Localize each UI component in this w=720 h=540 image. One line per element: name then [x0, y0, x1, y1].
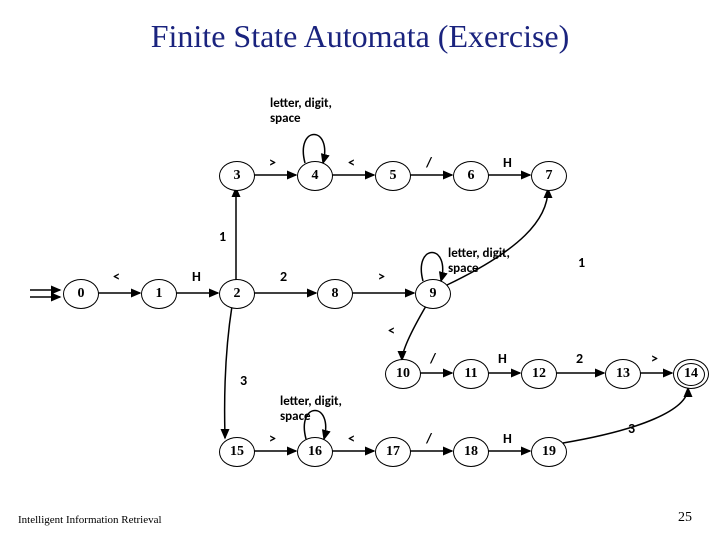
- state-7: 7: [531, 161, 567, 191]
- edge-h-67: H: [503, 154, 512, 171]
- edge-sl-56: /: [426, 154, 432, 171]
- label-lds-top: letter, digit, space: [270, 96, 332, 126]
- state-17: 17: [375, 437, 411, 467]
- edge-lt-910: <: [388, 322, 395, 339]
- state-13: 13: [605, 359, 641, 389]
- edge-gt-1314: >: [651, 350, 658, 367]
- state-1: 1: [141, 279, 177, 309]
- state-0: 0: [63, 279, 99, 309]
- label-lds-mid: letter, digit, space: [448, 246, 510, 276]
- edge-2-28: 2: [280, 268, 287, 285]
- edge-3-215: 3: [240, 372, 247, 389]
- edge-h-1112: H: [498, 350, 507, 367]
- edge-lt-1617: <: [348, 430, 355, 447]
- diagram-edges: [0, 0, 720, 540]
- state-19: 19: [531, 437, 567, 467]
- edge-3-1914: 3: [628, 420, 635, 437]
- state-5: 5: [375, 161, 411, 191]
- edge-sl-1718: /: [426, 430, 432, 447]
- edge-1-23: 1: [219, 228, 226, 245]
- edge-h-12: H: [192, 268, 201, 285]
- edge-lt-01: <: [113, 268, 120, 285]
- state-10: 10: [385, 359, 421, 389]
- edge-gt-34: >: [269, 154, 276, 171]
- state-9: 9: [415, 279, 451, 309]
- state-8: 8: [317, 279, 353, 309]
- edge-1-97: 1: [578, 254, 585, 271]
- state-2: 2: [219, 279, 255, 309]
- state-3: 3: [219, 161, 255, 191]
- state-12: 12: [521, 359, 557, 389]
- edge-gt-89: >: [378, 268, 385, 285]
- state-18: 18: [453, 437, 489, 467]
- state-4: 4: [297, 161, 333, 191]
- state-15: 15: [219, 437, 255, 467]
- edge-h-1819: H: [503, 430, 512, 447]
- state-6: 6: [453, 161, 489, 191]
- edge-lt-45: <: [348, 154, 355, 171]
- state-16: 16: [297, 437, 333, 467]
- edge-gt-1516: >: [269, 430, 276, 447]
- state-14-accept: 14: [673, 359, 709, 389]
- state-11: 11: [453, 359, 489, 389]
- label-lds-bot: letter, digit, space: [280, 394, 342, 424]
- edge-sl-1011: /: [430, 350, 436, 367]
- edge-2-1213: 2: [576, 350, 583, 367]
